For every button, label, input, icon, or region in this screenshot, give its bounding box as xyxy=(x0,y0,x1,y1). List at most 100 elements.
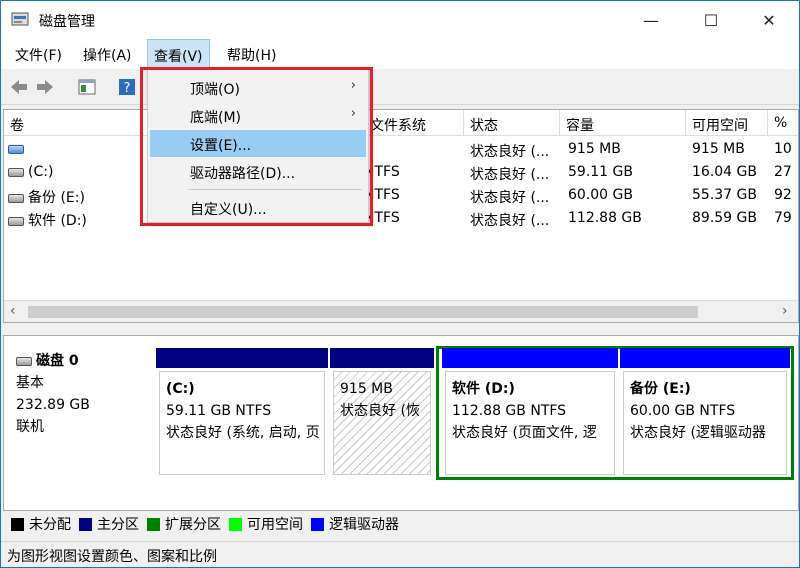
disk-info[interactable]: 磁盘 0 基本 232.89 GB 联机 xyxy=(16,350,90,438)
volume-status: 状态良好 (... xyxy=(470,190,550,206)
partition-e[interactable]: 备份 (E:) 60.00 GB NTFS 状态良好 (逻辑驱动器 xyxy=(620,348,790,478)
volume-capacity: 60.00 GB xyxy=(568,187,633,203)
legend-item: 逻辑驱动器 xyxy=(311,514,399,534)
partition-status: 状态良好 (恢 xyxy=(340,403,420,419)
volume-capacity: 112.88 GB xyxy=(568,210,642,226)
volume-list: 卷 文件系统 状态 容量 可用空间 % 状态良好 (... 915 MB 915… xyxy=(3,109,799,323)
legend-item: 可用空间 xyxy=(229,514,303,534)
legend-swatch xyxy=(147,517,160,531)
partition-c[interactable]: (C:) 59.11 GB NTFS 状态良好 (系统, 启动, 页 xyxy=(156,348,328,478)
volume-percent: 79 xyxy=(774,210,792,226)
disk-management-window: 磁盘管理 — ☐ ✕ 文件(F) 操作(A) 查看(V) 帮助(H) ? 卷 文… xyxy=(0,0,800,568)
partition-status: 状态良好 (页面文件, 逻 xyxy=(452,425,597,441)
volume-capacity: 915 MB xyxy=(568,141,621,157)
console-tree-icon[interactable] xyxy=(77,77,97,97)
close-icon: ✕ xyxy=(762,10,776,30)
help-icon[interactable]: ? xyxy=(117,77,137,97)
volume-name: 备份 (E:) xyxy=(28,190,85,206)
minimize-icon: — xyxy=(643,10,659,30)
partition-bar xyxy=(330,348,434,368)
menu-view[interactable]: 查看(V) xyxy=(147,39,210,69)
table-row[interactable]: (C:) NTFS 状态良好 (... 59.11 GB 16.04 GB 27 xyxy=(4,161,798,184)
col-header-percent[interactable]: % xyxy=(768,110,798,136)
partition-d[interactable]: 软件 (D:) 112.88 GB NTFS 状态良好 (页面文件, 逻 xyxy=(442,348,618,478)
legend-swatch xyxy=(229,517,242,531)
volume-free: 915 MB xyxy=(692,141,745,157)
back-icon[interactable] xyxy=(9,77,29,97)
legend-item: 主分区 xyxy=(79,514,139,534)
disk-type: 基本 xyxy=(16,375,44,391)
disk-state: 联机 xyxy=(16,419,44,435)
volume-percent: 27 xyxy=(774,164,792,180)
status-bar: 为图形视图设置颜色、图案和比例 xyxy=(1,541,799,567)
legend-label: 主分区 xyxy=(97,517,139,533)
svg-text:?: ? xyxy=(124,81,131,96)
volume-free: 89.59 GB xyxy=(692,210,757,226)
disk-management-icon xyxy=(11,12,29,26)
volume-percent: 10 xyxy=(774,141,792,157)
disk-size: 232.89 GB xyxy=(16,397,90,413)
scroll-right-icon[interactable]: › xyxy=(782,303,788,319)
legend-label: 未分配 xyxy=(29,517,71,533)
partition-name: 备份 (E:) xyxy=(630,381,691,397)
maximize-icon: ☐ xyxy=(703,10,719,30)
volume-icon xyxy=(8,216,24,226)
partition-body: 915 MB 状态良好 (恢 xyxy=(333,371,431,475)
partition-size: 59.11 GB NTFS xyxy=(166,403,272,419)
col-header-status[interactable]: 状态 xyxy=(464,110,560,136)
disk-icon xyxy=(16,356,32,366)
volume-free: 16.04 GB xyxy=(692,164,757,180)
horizontal-scrollbar[interactable]: ‹ › xyxy=(4,300,798,322)
maximize-button[interactable]: ☐ xyxy=(681,1,741,39)
partition-bar xyxy=(156,348,328,368)
scroll-thumb[interactable] xyxy=(28,306,698,318)
window-title: 磁盘管理 xyxy=(39,14,95,30)
partition-bar xyxy=(442,348,618,368)
menu-file[interactable]: 文件(F) xyxy=(13,45,64,65)
menu-help[interactable]: 帮助(H) xyxy=(225,45,278,65)
legend-swatch xyxy=(11,517,24,531)
title-bar: 磁盘管理 — ☐ ✕ xyxy=(1,1,799,39)
table-row[interactable]: 状态良好 (... 915 MB 915 MB 10 xyxy=(4,138,798,161)
menu-bar: 文件(F) 操作(A) 查看(V) 帮助(H) xyxy=(1,39,799,69)
partition-body: 软件 (D:) 112.88 GB NTFS 状态良好 (页面文件, 逻 xyxy=(445,371,615,475)
scroll-left-icon[interactable]: ‹ xyxy=(10,303,16,319)
volume-icon xyxy=(8,144,24,154)
partition-status: 状态良好 (系统, 启动, 页 xyxy=(166,425,320,441)
close-button[interactable]: ✕ xyxy=(739,1,799,39)
disk-name: 磁盘 0 xyxy=(36,353,79,369)
volume-name: (C:) xyxy=(28,164,54,180)
minimize-button[interactable]: — xyxy=(621,1,681,39)
partition-body: (C:) 59.11 GB NTFS 状态良好 (系统, 启动, 页 xyxy=(159,371,325,475)
col-header-free-space[interactable]: 可用空间 xyxy=(686,110,768,136)
legend-label: 逻辑驱动器 xyxy=(329,517,399,533)
disk-graphical-view: 磁盘 0 基本 232.89 GB 联机 (C:) 59.11 GB NTFS … xyxy=(3,335,799,511)
partition-size: 60.00 GB NTFS xyxy=(630,403,736,419)
toolbar: ? xyxy=(1,69,799,105)
volume-free: 55.37 GB xyxy=(692,187,757,203)
partition-status: 状态良好 (逻辑驱动器 xyxy=(630,425,766,441)
volume-name: 软件 (D:) xyxy=(28,213,87,229)
legend-label: 可用空间 xyxy=(247,517,303,533)
partition-name: 软件 (D:) xyxy=(452,381,515,397)
partition-body: 备份 (E:) 60.00 GB NTFS 状态良好 (逻辑驱动器 xyxy=(623,371,787,475)
col-header-filesystem[interactable]: 文件系统 xyxy=(364,110,464,136)
table-row[interactable]: 备份 (E:) NTFS 状态良好 (... 60.00 GB 55.37 GB… xyxy=(4,184,798,207)
volume-status: 状态良好 (... xyxy=(470,144,550,160)
legend-swatch xyxy=(311,517,324,531)
forward-icon[interactable] xyxy=(35,77,55,97)
partition-size: 915 MB xyxy=(340,381,393,397)
legend-label: 扩展分区 xyxy=(165,517,221,533)
partition-name: (C:) xyxy=(166,381,195,397)
highlight-annotation-box xyxy=(140,67,373,226)
table-row[interactable]: 软件 (D:) NTFS 状态良好 (... 112.88 GB 89.59 G… xyxy=(4,207,798,230)
menu-action[interactable]: 操作(A) xyxy=(81,45,134,65)
volume-icon xyxy=(8,167,24,177)
legend: 未分配 主分区 扩展分区 可用空间 逻辑驱动器 xyxy=(11,513,407,535)
volume-status: 状态良好 (... xyxy=(470,213,550,229)
volume-capacity: 59.11 GB xyxy=(568,164,633,180)
col-header-capacity[interactable]: 容量 xyxy=(560,110,686,136)
partition-recovery[interactable]: 915 MB 状态良好 (恢 xyxy=(330,348,434,478)
volume-status: 状态良好 (... xyxy=(470,167,550,183)
volume-percent: 92 xyxy=(774,187,792,203)
